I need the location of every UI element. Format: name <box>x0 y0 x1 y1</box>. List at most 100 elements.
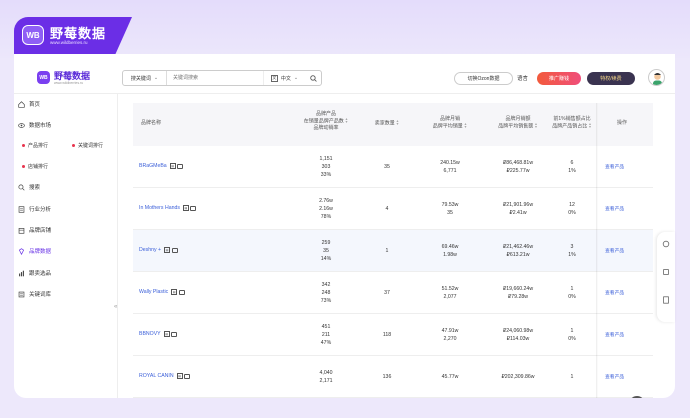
col-label: 品牌动销率 <box>313 125 339 132</box>
app-logo-icon[interactable]: WB <box>37 71 50 84</box>
col-avg-sales[interactable]: 品牌月销 品牌平均销量▲ ▼ <box>419 116 481 130</box>
cell-avg-revenue: ₽21,462.46w ₽613.21w <box>502 244 534 258</box>
side-toolbar[interactable] <box>657 232 675 322</box>
brand-link[interactable]: ROYAL CANIN ▤ <box>139 373 191 379</box>
copy-icon <box>177 163 184 169</box>
brand-info-icon: ▤ <box>169 163 176 169</box>
language-select[interactable]: 文 中文 ⌄ <box>263 71 305 85</box>
brand-info-icon: ▤ <box>176 373 183 379</box>
brand-info-icon: ▤ <box>164 247 171 253</box>
search-bar: 搜关键词 ⌄ 文 中文 ⌄ <box>122 70 322 86</box>
language-menu[interactable]: 语言 <box>517 74 528 82</box>
col-avg-revenue[interactable]: 品牌月销额 品牌平均销售额▲ ▼ <box>483 116 553 130</box>
brand-link[interactable]: BBNOVY ▤ <box>139 331 178 337</box>
eye-icon <box>18 122 25 129</box>
vip-button[interactable]: 特权/续费 <box>587 72 635 85</box>
table-row: In Mothers Hands ▤ 2.76w 2.16w 78% 4 79.53w 3… <box>133 188 653 230</box>
cell-top-share: 1 0% <box>568 328 576 342</box>
col-label: 品牌月销额 <box>505 116 531 122</box>
sidebar-subitem-shop-rank[interactable]: 店铺排行 <box>22 163 48 170</box>
brand-name: In Mothers Hands <box>139 205 180 211</box>
col-sellers[interactable]: 卖家数量▲ ▼ <box>361 119 413 127</box>
brand-name: ROYAL CANIN <box>139 373 174 379</box>
switch-ozon-button[interactable]: 切换Ozon数据 <box>454 72 513 85</box>
sidebar-subitem-label: 关键词排行 <box>78 143 104 149</box>
cell-avg-sales: 240.15w 6,771 <box>440 160 460 174</box>
cell-top-share: 12 0% <box>568 202 576 216</box>
brand-name: Wally Plastic <box>139 289 169 295</box>
promo-button[interactable]: 推广赚钱 <box>537 72 581 85</box>
view-products-link[interactable]: 查看产品 <box>605 163 624 170</box>
sidebar-collapse-icon[interactable]: « <box>114 304 117 310</box>
brand-link[interactable]: BRaGMeBa ▤ <box>139 163 184 169</box>
brand-name: BBNOVY <box>139 331 161 337</box>
cell-brand-products: 1,151 303 33% <box>319 156 333 178</box>
cell-avg-revenue: ₽202,309.86w <box>501 374 535 380</box>
brand-link[interactable]: Wally Plastic ▤ <box>139 289 185 295</box>
cell-avg-revenue: ₽21,901.96w ₽2.41w <box>502 202 534 216</box>
bar-chart-icon <box>18 270 25 277</box>
list-icon <box>18 291 25 298</box>
doc-icon <box>18 205 25 213</box>
shop-icon <box>18 227 25 234</box>
brand-name: BRaGMeBa <box>139 163 167 169</box>
search-input[interactable] <box>167 71 263 85</box>
sidebar-item-follow[interactable]: 跟卖选品 <box>18 269 51 277</box>
translate-icon: 文 <box>270 74 278 82</box>
sidebar: 首页 数据市场 产品排行 关键词排行 店铺排行 搜索 行业分析 品牌店铺 品牌数… <box>14 94 118 398</box>
home-icon <box>18 100 25 108</box>
col-top-share[interactable]: 前1%销售额占比 品牌产品销占比▲ ▼ <box>547 116 597 130</box>
sidebar-item-search[interactable]: 搜索 <box>18 183 40 191</box>
view-products-link[interactable]: 查看产品 <box>605 289 624 296</box>
table-header: 品牌名称 品牌产品 在销量品牌产品数▲ ▼ 品牌动销率 卖家数量▲ ▼ 品牌月销 品… <box>133 103 653 146</box>
diamond-icon <box>18 247 25 255</box>
bullet-icon <box>22 165 25 168</box>
col-brand-products[interactable]: 品牌产品 在销量品牌产品数▲ ▼ 品牌动销率 <box>281 111 371 132</box>
search-type-select[interactable]: 搜关键词 ⌄ <box>123 71 167 85</box>
view-products-link[interactable]: 查看产品 <box>605 205 624 212</box>
sidebar-item-market[interactable]: 数据市场 <box>18 121 51 129</box>
sort-icon: ▲ ▼ <box>344 117 349 124</box>
cell-sellers: 1 <box>385 248 389 254</box>
sort-icon: ▲ ▼ <box>588 122 592 129</box>
cell-sellers: 35 <box>384 164 390 170</box>
sidebar-subitem-product-rank[interactable]: 产品排行 <box>22 142 48 149</box>
col-label: 品牌平均销售额▲ ▼ <box>498 122 538 130</box>
sidebar-subitem-label: 产品排行 <box>28 143 49 149</box>
sidebar-subitem-keyword-rank[interactable]: 关键词排行 <box>72 142 103 149</box>
data-icon <box>663 269 669 275</box>
table-row: ROYAL CANIN ▤ 4,040 2,171 136 45.77w ₽202,30… <box>133 356 653 398</box>
cell-top-share: 1 0% <box>568 286 576 300</box>
col-label: 品牌平均销量▲ ▼ <box>432 122 468 130</box>
promo-button-label: 推广赚钱 <box>548 76 569 82</box>
cell-sellers: 37 <box>384 290 390 296</box>
view-products-link[interactable]: 查看产品 <box>605 331 624 338</box>
sidebar-item-label: 品牌数据 <box>29 249 52 255</box>
cell-avg-revenue: ₽86,468.81w ₽225.77w <box>502 160 534 174</box>
chevron-down-icon: ⌄ <box>293 75 299 81</box>
cell-top-share: 6 1% <box>568 160 576 174</box>
cell-sellers: 4 <box>385 206 389 212</box>
cell-brand-products: 4,040 2,171 <box>319 370 333 384</box>
sidebar-item-home[interactable]: 首页 <box>18 100 40 108</box>
brand-link[interactable]: Deshny + ▤ <box>139 247 178 253</box>
view-products-link[interactable]: 查看产品 <box>605 373 624 380</box>
cell-brand-products: 342 248 73% <box>320 282 332 304</box>
sidebar-item-keywords[interactable]: 关键词库 <box>18 290 51 298</box>
cell-sellers: 136 <box>382 374 392 380</box>
brand-url: www.wildberries.ru <box>50 40 88 45</box>
search-type-label: 搜关键词 <box>130 75 151 82</box>
search-button[interactable] <box>305 71 321 85</box>
view-products-link[interactable]: 查看产品 <box>605 247 624 254</box>
sidebar-item-shop[interactable]: 品牌店铺 <box>18 226 51 234</box>
brand-table: 品牌名称 品牌产品 在销量品牌产品数▲ ▼ 品牌动销率 卖家数量▲ ▼ 品牌月销 品… <box>133 103 653 398</box>
cell-sellers: 118 <box>382 332 392 338</box>
copy-icon <box>184 373 191 379</box>
col-brand-name: 品牌名称 <box>141 120 162 126</box>
table-row: BBNOVY ▤ 451 211 47% 118 47.91w 2,270 ₽24,060.… <box>133 314 653 356</box>
sidebar-item-brand[interactable]: 品牌数据 <box>18 247 51 255</box>
avatar[interactable] <box>648 69 665 86</box>
brand-link[interactable]: In Mothers Hands ▤ <box>139 205 197 211</box>
copy-icon <box>190 205 197 211</box>
sidebar-item-industry[interactable]: 行业分析 <box>18 205 51 213</box>
